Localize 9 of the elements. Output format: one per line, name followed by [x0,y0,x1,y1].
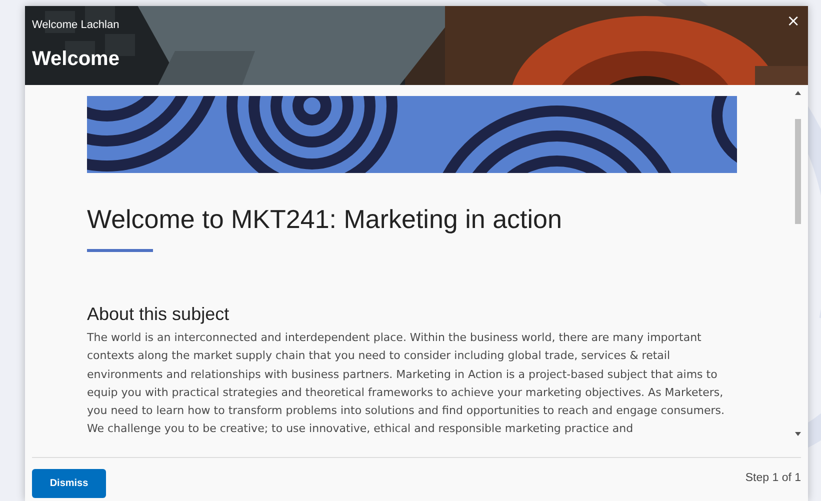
section-heading: About this subject [87,304,230,325]
step-indicator: Step 1 of 1 [745,472,801,484]
dialog-title: Welcome [32,48,120,71]
dismiss-button[interactable]: Dismiss [32,469,106,498]
scrollbar[interactable] [794,91,802,436]
close-button[interactable]: × [784,11,802,30]
page-heading: Welcome to MKT241: Marketing in action [87,204,563,235]
paragraph: The world is an interconnected and interdependent place. Within the business world, there are many important contexts along the market supply chain that you need to consider including global trade, services & retail environments and relationships with business partners. Marketing in Action is a project-based subject that aims to equip you with practical strategies and theoretical frameworks to achieve your marketing objectives. As Marketers, you need to learn how to transform problems into solutions and find opportunities to reach and engage consumers. We challenge you to be creative; to use innovative, ethical and responsible marketing practice and [87,330,726,438]
dialog-subtitle: Welcome Lachlan [32,19,120,31]
